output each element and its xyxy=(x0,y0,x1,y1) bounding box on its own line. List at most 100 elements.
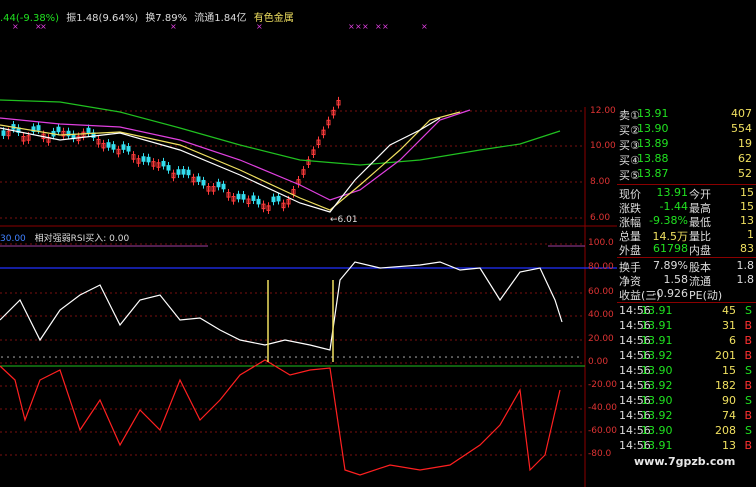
trade-row[interactable]: 14:56 13.92 201 B xyxy=(617,349,756,364)
dot-marker xyxy=(25,356,27,358)
indicator-value: 30.00 xyxy=(0,234,26,244)
dot-marker xyxy=(73,356,75,358)
dot-marker xyxy=(367,356,369,358)
candle xyxy=(186,169,191,176)
stat-value: 13.91 xyxy=(656,186,689,199)
indicator-axis-tick: 80.00 xyxy=(588,262,614,272)
order-volume: 19 xyxy=(738,137,752,150)
quote-stat-row[interactable]: 净资 1.58 流通 1.8 xyxy=(617,273,756,288)
dot-marker xyxy=(373,356,375,358)
quote-stat-row[interactable]: 总量 14.5万 量比 1 xyxy=(617,228,756,243)
candle xyxy=(111,144,116,150)
dot-marker xyxy=(559,356,561,358)
dot-marker xyxy=(355,356,357,358)
divider xyxy=(617,257,756,258)
dot-marker xyxy=(457,356,459,358)
header-marker: × xyxy=(421,22,428,31)
trade-volume: 182 xyxy=(715,379,736,392)
order-book-row[interactable]: 买③ 13.89 19 xyxy=(617,137,756,152)
trade-price: 13.90 xyxy=(641,394,673,407)
quote-stat-row[interactable]: 收益(三) -0.926 PE(动) xyxy=(617,287,756,302)
quote-stat-row[interactable]: 现价 13.91 今开 15 xyxy=(617,186,756,201)
indicator-axis-tick: 40.00 xyxy=(588,310,614,320)
indicator-axis-tick: -80.0 xyxy=(588,449,612,459)
dot-marker xyxy=(511,356,513,358)
order-book-row[interactable]: 买④ 13.88 62 xyxy=(617,152,756,167)
quote-stat-row[interactable]: 外盘 61798 内盘 83 xyxy=(617,242,756,257)
dot-marker xyxy=(169,356,171,358)
candle xyxy=(121,144,126,150)
dot-marker xyxy=(517,356,519,358)
header-marker: × xyxy=(382,22,389,31)
header-marker: × xyxy=(375,22,382,31)
stat-value: -0.926 xyxy=(652,287,688,300)
quote-stat-row[interactable]: 涨跌 -1.44 最高 15 xyxy=(617,200,756,215)
trade-row[interactable]: 14:56 13.90 15 S xyxy=(617,364,756,379)
trade-volume: 6 xyxy=(729,334,736,347)
trade-row[interactable]: 14:56 13.92 74 B xyxy=(617,409,756,424)
trade-row[interactable]: 14:56 13.91 13 B xyxy=(617,439,756,454)
indicator-axis-tick: -40.00 xyxy=(588,403,618,413)
dot-marker xyxy=(331,356,333,358)
dot-marker xyxy=(289,356,291,358)
dot-marker xyxy=(529,356,531,358)
dot-marker xyxy=(79,356,81,358)
dot-marker xyxy=(505,356,507,358)
order-book-row[interactable]: 买⑤ 13.87 52 xyxy=(617,167,756,182)
trade-row[interactable]: 14:56 13.91 6 B xyxy=(617,334,756,349)
trade-side: S xyxy=(745,394,752,407)
stat-value: 7.89% xyxy=(653,259,688,272)
dot-marker xyxy=(271,356,273,358)
candle xyxy=(256,198,261,205)
order-book-row[interactable]: 买② 13.90 554 xyxy=(617,122,756,137)
dot-marker xyxy=(175,356,177,358)
trade-price: 13.90 xyxy=(641,364,673,377)
order-price: 13.88 xyxy=(637,152,669,165)
order-volume: 407 xyxy=(731,107,752,120)
indicator-axis-tick: -60.00 xyxy=(588,426,618,436)
dot-marker xyxy=(67,356,69,358)
dot-marker xyxy=(205,356,207,358)
indicator-axis-tick: 20.00 xyxy=(588,334,614,344)
dot-marker xyxy=(139,356,141,358)
quote-stat-row[interactable]: 涨幅 -9.38% 最低 13 xyxy=(617,214,756,229)
trade-row[interactable]: 14:56 13.91 31 B xyxy=(617,319,756,334)
candle xyxy=(276,195,281,202)
candle xyxy=(251,195,256,201)
trade-side: S xyxy=(745,424,752,437)
dot-marker xyxy=(43,356,45,358)
dot-marker xyxy=(487,356,489,358)
stat-value: -9.38% xyxy=(649,214,688,227)
trade-price: 13.90 xyxy=(641,424,673,437)
dot-marker xyxy=(421,356,423,358)
sector-text[interactable]: 有色金属 xyxy=(254,13,294,24)
dot-marker xyxy=(409,356,411,358)
dot-marker xyxy=(85,356,87,358)
dot-marker xyxy=(13,356,15,358)
candle xyxy=(201,179,206,186)
dot-marker xyxy=(319,356,321,358)
dot-marker xyxy=(451,356,453,358)
dot-marker xyxy=(91,356,93,358)
trade-row[interactable]: 14:56 13.91 45 S xyxy=(617,304,756,319)
dot-marker xyxy=(193,356,195,358)
dot-marker xyxy=(7,356,9,358)
rsi-line xyxy=(0,261,563,351)
indicator-name[interactable]: 相对强弱RSI买入: 0.00 xyxy=(35,234,130,244)
stat-value: 1.8 xyxy=(736,259,755,272)
stock-header: .44(-9.38%) 振1.48(9.64%) 换7.89% 流通1.84亿 … xyxy=(0,9,298,24)
order-price: 13.89 xyxy=(637,137,669,150)
order-book-row[interactable]: 卖① 13.91 407 xyxy=(617,107,756,122)
quote-stat-row[interactable]: 换手 7.89% 股本 1.8 xyxy=(617,259,756,274)
trade-row[interactable]: 14:56 13.92 182 B xyxy=(617,379,756,394)
price-axis-tick: 12.00 xyxy=(590,106,616,116)
candle xyxy=(236,193,241,200)
trade-row[interactable]: 14:56 13.90 208 S xyxy=(617,424,756,439)
dot-marker xyxy=(127,356,129,358)
trade-row[interactable]: 14:56 13.90 90 S xyxy=(617,394,756,409)
stat-value: 15 xyxy=(740,200,754,213)
dot-marker xyxy=(463,356,465,358)
candle xyxy=(86,127,91,134)
watermark: www.7gpzb.com xyxy=(634,455,736,468)
candle xyxy=(161,160,166,167)
